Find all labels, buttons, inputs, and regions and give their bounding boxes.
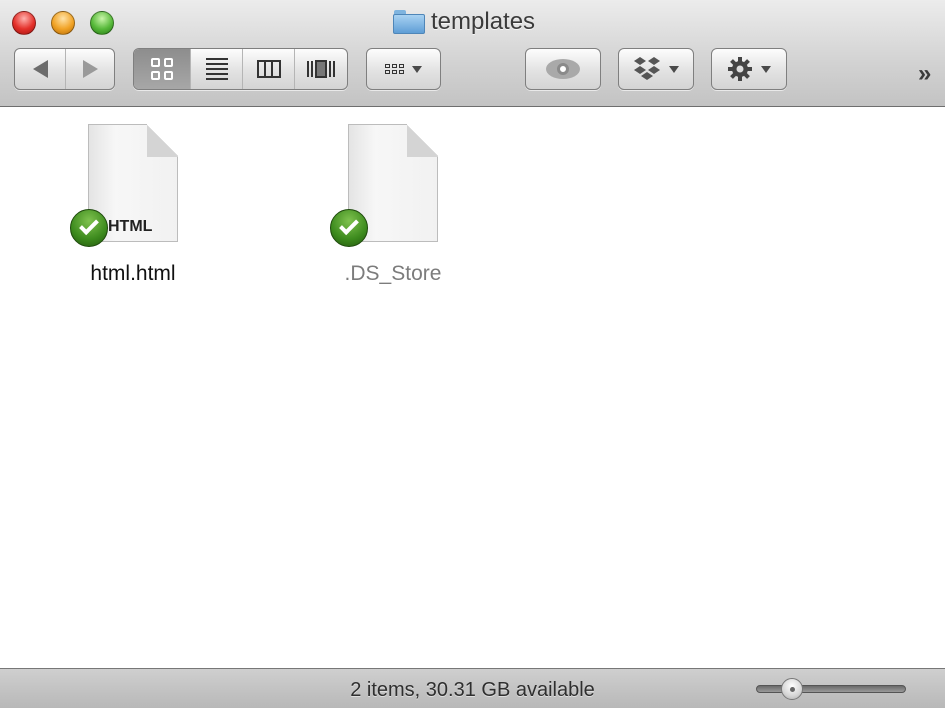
blank-document-icon: [330, 124, 438, 247]
dropbox-button[interactable]: [618, 48, 694, 90]
columns-icon: [256, 60, 281, 78]
status-bar: 2 items, 30.31 GB available: [0, 668, 945, 708]
html-document-icon: HTML: [70, 124, 178, 247]
file-type-badge: HTML: [108, 218, 153, 235]
icon-view-button[interactable]: [134, 49, 190, 89]
list-icon: [205, 58, 228, 80]
close-button[interactable]: [12, 11, 36, 35]
toolbar-overflow-button[interactable]: »: [918, 60, 932, 88]
icon-grid-icon: [151, 58, 173, 80]
gear-icon: [728, 57, 752, 81]
action-button[interactable]: [711, 48, 787, 90]
sync-check-icon: [70, 209, 108, 247]
file-item-html[interactable]: HTML html.html: [53, 124, 213, 286]
back-arrow-icon: [32, 60, 48, 78]
coverflow-view-button[interactable]: [294, 49, 347, 89]
arrange-grid-icon: [385, 64, 404, 74]
folder-icon: [393, 10, 425, 34]
zoom-button[interactable]: [90, 11, 114, 35]
back-forward-control: [14, 48, 115, 90]
chevron-down-icon: [761, 65, 771, 73]
file-name: html.html: [90, 262, 176, 285]
coverflow-icon: [307, 60, 335, 78]
arrange-button[interactable]: [366, 48, 441, 90]
forward-button[interactable]: [65, 49, 114, 89]
file-area: HTML html.html .DS_Store: [0, 108, 945, 668]
forward-arrow-icon: [82, 60, 98, 78]
toolbar: templates »: [0, 0, 945, 107]
window-title: templates: [393, 8, 535, 36]
file-item-ds-store[interactable]: .DS_Store: [313, 124, 473, 286]
slider-track[interactable]: [756, 685, 906, 693]
eye-icon: [546, 59, 580, 79]
file-name: .DS_Store: [344, 262, 442, 285]
dropbox-icon: [634, 57, 660, 80]
list-view-button[interactable]: [190, 49, 242, 89]
window-title-text: templates: [431, 8, 536, 35]
minimize-button[interactable]: [51, 11, 75, 35]
back-button[interactable]: [15, 49, 65, 89]
column-view-button[interactable]: [242, 49, 294, 89]
sync-check-icon: [330, 209, 368, 247]
quick-look-button[interactable]: [525, 48, 601, 90]
chevron-down-icon: [669, 65, 679, 73]
view-mode-control: [133, 48, 348, 90]
slider-thumb[interactable]: [781, 678, 803, 700]
icon-size-slider[interactable]: [756, 678, 906, 700]
chevron-down-icon: [412, 65, 422, 73]
finder-window: templates » HTML html.html .DS_Store 2 i…: [0, 0, 945, 708]
